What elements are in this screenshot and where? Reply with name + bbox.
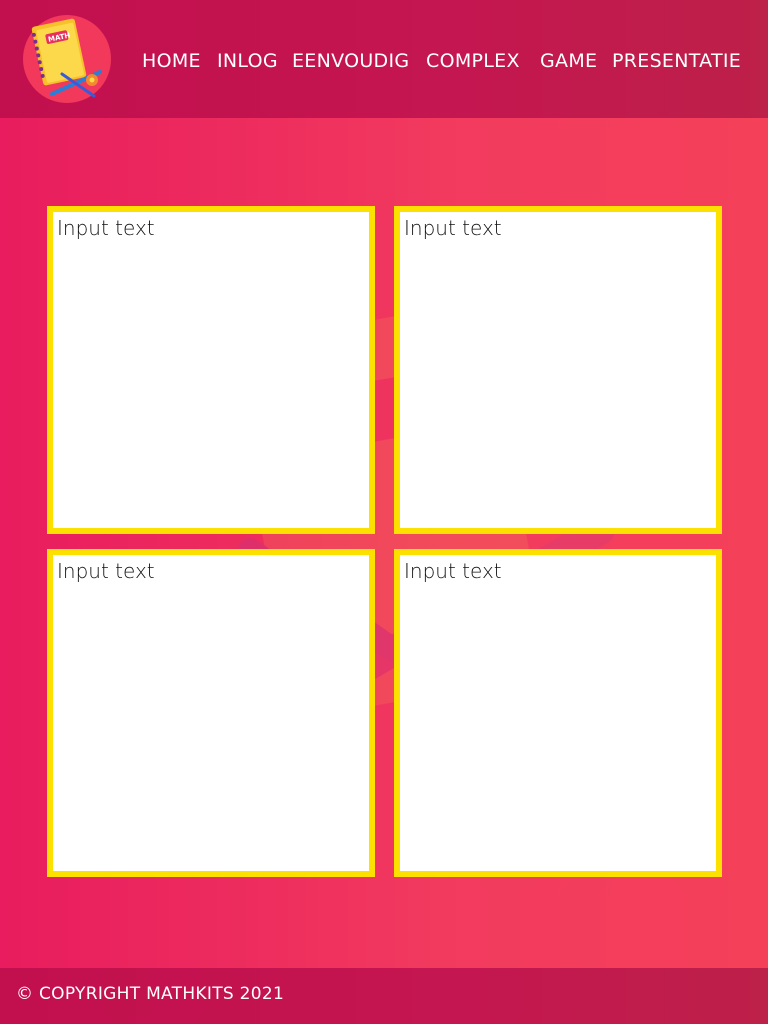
input-text-area[interactable] — [53, 212, 369, 528]
header-bar: MATH HOME INLOG EENVOUDIG COMPLEX GAME P… — [0, 0, 768, 118]
nav-home[interactable]: HOME — [142, 50, 201, 72]
nav-presentatie[interactable]: PRESENTATIE — [612, 50, 741, 72]
input-box-bottom-left — [47, 549, 375, 877]
input-box-top-left — [47, 206, 375, 534]
main-nav: HOME INLOG EENVOUDIG COMPLEX GAME PRESEN… — [0, 50, 768, 80]
nav-complex[interactable]: COMPLEX — [426, 50, 520, 72]
nav-inlog[interactable]: INLOG — [217, 50, 278, 72]
input-text-area[interactable] — [400, 555, 716, 871]
input-text-area[interactable] — [53, 555, 369, 871]
copyright-text: © COPYRIGHT MATHKITS 2021 — [16, 984, 285, 1004]
input-text-area[interactable] — [400, 212, 716, 528]
input-box-bottom-right — [394, 549, 722, 877]
footer-bar: © COPYRIGHT MATHKITS 2021 — [0, 968, 768, 1024]
input-box-top-right — [394, 206, 722, 534]
nav-eenvoudig[interactable]: EENVOUDIG — [292, 50, 409, 72]
nav-game[interactable]: GAME — [540, 50, 597, 72]
